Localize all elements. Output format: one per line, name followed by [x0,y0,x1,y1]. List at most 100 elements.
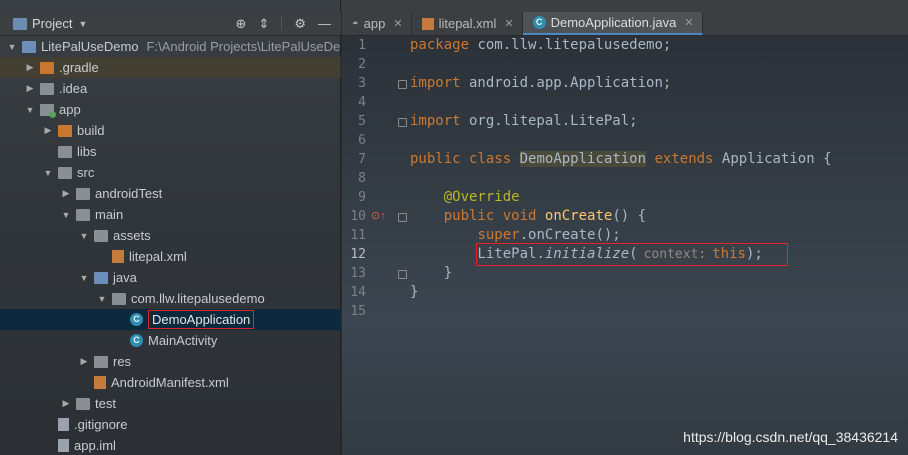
line-number: 5 [358,114,366,129]
tab-label: litepal.xml [438,16,497,31]
expanded-arrow-icon[interactable]: ▼ [96,294,108,304]
collapsed-arrow-icon[interactable]: ▶ [60,398,72,409]
project-panel-header: Project ▼ ⊕ ⇕ ⚙ — [0,12,341,36]
collapsed-arrow-icon[interactable]: ▶ [42,125,54,136]
locate-icon[interactable]: ⊕ [236,16,247,32]
excluded-folder-icon [58,124,72,137]
project-view-selector[interactable]: Project [32,16,72,31]
line-number: 2 [358,57,366,72]
editor-gutter: 1 2 3 4 5 6 7 8 9 10 11 12 13 14 15 ⊙↑ [342,36,410,455]
code-line-1: package com.llw.litepalusedemo; [410,37,672,53]
tree-item-test[interactable]: ▶ test [0,393,341,414]
line-number: 12 [350,247,366,262]
android-icon: ◓ [352,17,359,30]
fold-marker-icon[interactable] [398,80,407,89]
line-number: 1 [358,38,366,53]
tab-label: app [363,16,386,31]
project-icon [13,17,27,30]
tree-item-litepal-xml[interactable]: litepal.xml [0,246,341,267]
close-icon[interactable]: ✕ [504,17,513,30]
collapsed-arrow-icon[interactable]: ▶ [78,356,90,367]
tree-item-label: java [113,270,137,285]
tree-item-libs[interactable]: libs [0,141,341,162]
tree-item-label: app [59,102,81,117]
code-line-10: public void onCreate() { [443,208,647,224]
override-method-icon[interactable]: ⊙↑ [371,209,386,222]
tree-item-androidmanifest-xml[interactable]: AndroidManifest.xml [0,372,341,393]
fold-marker-icon[interactable] [398,118,407,127]
tree-item-label: .gradle [59,60,99,75]
module-folder-icon [40,103,56,118]
tree-item-idea[interactable]: ▶ .idea [0,78,341,99]
tree-item-app[interactable]: ▼ app [0,99,341,120]
tree-item-gradle[interactable]: ▶ .gradle [0,57,341,78]
project-path: F:\Android Projects\LitePalUseDe [146,39,341,54]
expanded-arrow-icon[interactable]: ▼ [78,231,90,241]
xml-file-icon [112,250,124,263]
expanded-arrow-icon[interactable]: ▼ [24,105,36,115]
file-icon [58,439,69,452]
tree-item-litepalusedemo[interactable]: ▼ LitePalUseDemo F:\Android Projects\LiteP… [0,36,341,57]
gear-icon[interactable]: ⚙ [294,16,306,32]
class-icon: C [130,334,143,347]
code-line-7: public class DemoApplication extends App… [410,151,832,167]
tab-app[interactable]: ◓ app ✕ [342,12,412,35]
collapsed-arrow-icon[interactable]: ▶ [60,188,72,199]
editor-tabs: ◓ app ✕ litepal.xml ✕ C DemoApplication.… [342,12,908,36]
fold-marker-icon[interactable] [398,270,407,279]
tree-item-src[interactable]: ▼ src [0,162,341,183]
hide-panel-icon[interactable]: — [318,16,331,32]
code-editor[interactable]: ◓ app ✕ litepal.xml ✕ C DemoApplication.… [342,12,908,455]
close-icon[interactable]: ✕ [684,16,693,29]
tree-item-label: assets [113,228,151,243]
toolbar-separator [281,15,283,30]
tab-litepal-xml[interactable]: litepal.xml ✕ [412,12,523,35]
tab-demoapplication-java[interactable]: C DemoApplication.java ✕ [522,12,703,35]
folder-icon [76,397,90,410]
fold-marker-icon[interactable] [398,213,407,222]
tree-item-label: .idea [59,81,88,96]
tree-item-main[interactable]: ▼ main [0,204,341,225]
collapsed-arrow-icon[interactable]: ▶ [24,83,36,94]
tree-item-assets[interactable]: ▼ assets [0,225,341,246]
tree-item-demoapplication[interactable]: C DemoApplication [0,309,341,330]
tree-item-gitignore[interactable]: .gitignore [0,414,341,435]
tree-item-java[interactable]: ▼ java [0,267,341,288]
line-number: 13 [350,266,366,281]
line-number: 14 [350,285,366,300]
line-number: 11 [350,228,366,243]
project-panel: Project ▼ ⊕ ⇕ ⚙ — ▼ LitePalUseDemo F:\Andr… [0,0,341,455]
collapse-all-icon[interactable]: ⇕ [258,16,269,32]
tree-item-res[interactable]: ▶ res [0,351,341,372]
expanded-arrow-icon[interactable]: ▼ [78,273,90,283]
line-number: 7 [358,152,366,167]
expanded-arrow-icon[interactable]: ▼ [42,168,54,178]
xml-file-icon [94,376,106,389]
tree-item-label: DemoApplication [148,310,255,329]
source-folder-icon [94,271,108,284]
tree-item-app-iml[interactable]: app.iml [0,435,341,455]
expanded-arrow-icon[interactable]: ▼ [6,42,18,52]
watermark: https://blog.csdn.net/qq_38436214 [683,429,898,445]
tree-item-label: LitePalUseDemo [41,39,139,54]
tree-item-label: test [95,396,116,411]
tree-item-label: androidTest [95,186,163,201]
folder-icon [76,208,90,221]
code-line-14: } [410,284,419,300]
highlight-box [476,243,788,266]
xml-file-icon [421,17,434,30]
tree-item-com-llw-litepalusedemo[interactable]: ▼ com.llw.litepalusedemo [0,288,341,309]
tree-item-androidtest[interactable]: ▶ androidTest [0,183,341,204]
line-number: 6 [358,133,366,148]
close-icon[interactable]: ✕ [393,17,402,30]
file-icon [58,418,69,431]
collapsed-arrow-icon[interactable]: ▶ [24,62,36,73]
expanded-arrow-icon[interactable]: ▼ [60,210,72,220]
chevron-down-icon[interactable]: ▼ [78,19,87,29]
tree-item-label: res [113,354,132,369]
code-line-3: import android.app.Application; [410,75,672,91]
tree-item-mainactivity[interactable]: C MainActivity [0,330,341,351]
tree-item-build[interactable]: ▶ build [0,120,341,141]
folder-icon [76,187,90,200]
tree-item-label: app.iml [74,438,116,453]
